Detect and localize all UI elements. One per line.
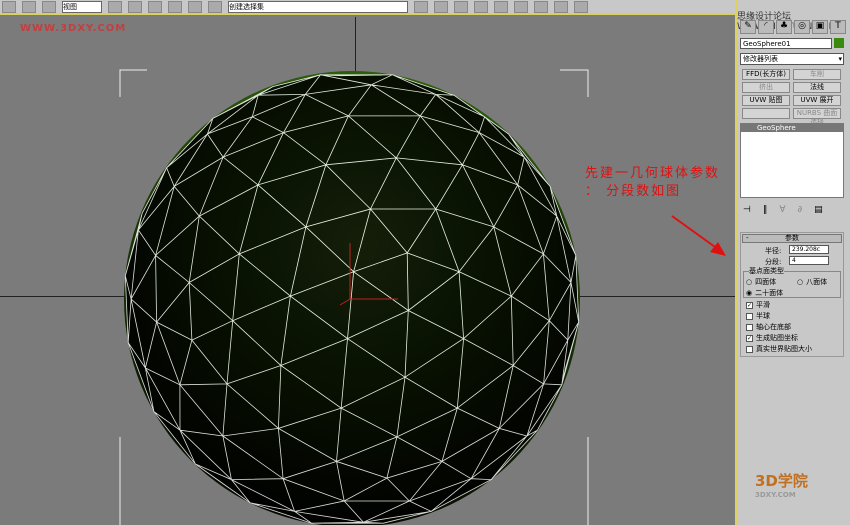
create-tab-icon[interactable]: ✎ — [740, 20, 756, 34]
smooth-checkbox[interactable]: ✓ 平滑 — [746, 300, 770, 310]
chevron-down-icon: ▾ — [838, 55, 842, 63]
hierarchy-tab-icon[interactable]: ♣ — [776, 20, 792, 34]
display-tab-icon[interactable]: ▣ — [812, 20, 828, 34]
link-icon[interactable] — [128, 0, 142, 13]
empty-button[interactable] — [742, 108, 790, 119]
modifier-stack: GeoSphere — [740, 123, 844, 198]
geosphere-object[interactable] — [0, 17, 735, 525]
render-frame-icon[interactable] — [554, 0, 568, 13]
show-end-result-icon[interactable]: ‖ — [763, 205, 768, 215]
uvw-map-button[interactable]: UVW 贴图 — [742, 95, 790, 106]
command-panel: 思缘设计论坛 WWW.MISSYUAN.COM ✎ ◜ ♣ ◎ ▣ T GeoS… — [735, 0, 850, 525]
radius-input[interactable]: 239.208c — [789, 245, 829, 254]
mirror-icon[interactable] — [414, 0, 428, 13]
angle-snap-icon[interactable] — [168, 0, 182, 13]
main-toolbar: 视图 创建选择集 — [0, 0, 735, 15]
radio-octa[interactable]: ○ 八面体 — [797, 277, 827, 287]
hemisphere-checkbox[interactable]: 半球 — [746, 311, 770, 321]
gen-map-coords-checkbox[interactable]: ✓ 生成贴图坐标 — [746, 333, 798, 343]
spinner-snap-icon[interactable] — [208, 0, 222, 13]
lathe-button[interactable]: 车削 — [793, 69, 841, 80]
remove-modifier-icon[interactable]: ∂ — [798, 205, 803, 215]
nurbs-surface-select-button[interactable]: NURBS 曲面选择 — [793, 108, 841, 126]
annotation-text: 先建一几何球体参数 ： 分段数如图 — [585, 166, 721, 199]
uvw-unwrap-button[interactable]: UVW 展开 — [793, 95, 841, 106]
ffd-box-button[interactable]: FFD(长方体) — [742, 69, 790, 80]
radius-label: 半径: — [765, 247, 782, 255]
radio-icosa[interactable]: ◉ 二十面体 — [746, 288, 783, 298]
pivot-icon[interactable] — [108, 0, 122, 13]
normal-button[interactable]: 法线 — [793, 82, 841, 93]
rotate-icon[interactable] — [22, 0, 36, 13]
render-setup-icon[interactable] — [534, 0, 548, 13]
radio-tetra[interactable]: ○ 四面体 — [746, 277, 776, 287]
snap-icon[interactable] — [148, 0, 162, 13]
modifier-list-dropdown[interactable]: 修改器列表 ▾ — [740, 53, 844, 65]
rollout-title: 参数 — [785, 234, 799, 242]
utilities-tab-icon[interactable]: T — [830, 20, 846, 34]
motion-tab-icon[interactable]: ◎ — [794, 20, 810, 34]
curve-editor-icon[interactable] — [474, 0, 488, 13]
extrude-button[interactable]: 挤出 — [742, 82, 790, 93]
layers-icon[interactable] — [454, 0, 468, 13]
scale-icon[interactable] — [42, 0, 56, 13]
base-type-label: 基点面类型 — [749, 266, 784, 276]
select-move-icon[interactable] — [2, 0, 16, 13]
align-icon[interactable] — [434, 0, 448, 13]
view-coord-select[interactable]: 视图 — [62, 0, 102, 13]
selection-set-select[interactable]: 创建选择集 — [228, 0, 408, 13]
segments-input[interactable]: 4 — [789, 256, 829, 265]
quick-render-icon[interactable] — [574, 0, 588, 13]
percent-snap-icon[interactable] — [188, 0, 202, 13]
base-pivot-checkbox[interactable]: 轴心在底部 — [746, 322, 791, 332]
red-arrow-icon — [671, 215, 726, 256]
watermark-3d-academy: 3D学院 3DXY.COM — [755, 472, 808, 499]
pin-stack-icon[interactable]: ⊣ — [743, 205, 751, 215]
perspective-viewport[interactable]: WWW.3DXY.COM 先建一几何球体参数 ： 分段数如图 — [0, 17, 735, 525]
make-unique-icon[interactable]: ∀ — [779, 205, 785, 215]
material-editor-icon[interactable] — [514, 0, 528, 13]
configure-sets-icon[interactable]: ▤ — [814, 205, 823, 215]
modifier-list-label: 修改器列表 — [743, 55, 778, 63]
object-name-input[interactable]: GeoSphere01 — [740, 38, 832, 49]
parameters-rollout-header[interactable]: - 参数 — [742, 234, 842, 243]
modify-tab-icon[interactable]: ◜ — [758, 20, 774, 34]
real-world-map-checkbox[interactable]: 真实世界贴图大小 — [746, 344, 812, 354]
object-color-swatch[interactable] — [834, 38, 844, 48]
stack-item-geosphere[interactable]: GeoSphere — [741, 124, 843, 132]
schematic-icon[interactable] — [494, 0, 508, 13]
